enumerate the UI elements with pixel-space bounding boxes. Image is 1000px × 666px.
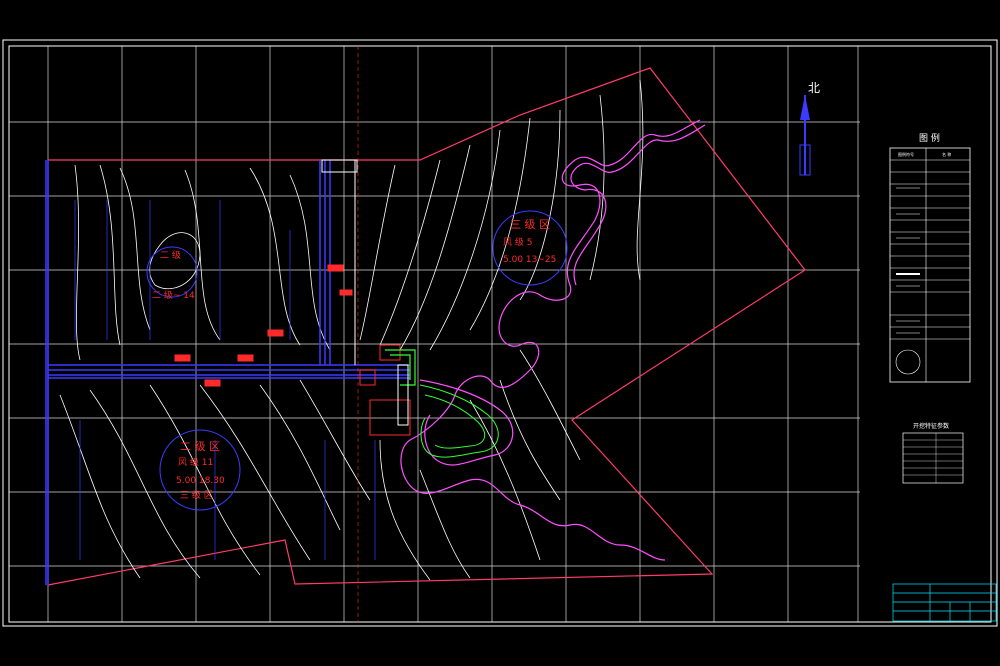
zone2a-line1: 二 级~ 14	[152, 289, 195, 301]
contour-lines	[59, 79, 644, 581]
north-label: 北	[808, 81, 820, 95]
site-boundary	[47, 67, 806, 586]
legend-title: 图 例	[919, 132, 940, 144]
zone3-line2: 5.00 13~25	[503, 255, 556, 265]
zone3-line1: 风 级 5	[503, 236, 532, 248]
zone2b-line1: 风 级 11	[178, 456, 213, 468]
zone2b-name: 二 级 区	[180, 440, 220, 453]
green-structure	[385, 349, 416, 386]
zone2b-line3: 三 级 区	[180, 489, 213, 501]
coordinate-grid	[9, 46, 860, 622]
legend-col1: 图例符号	[898, 151, 914, 157]
north-arrow: 北	[799, 81, 820, 176]
params-table: 开挖特征参数	[902, 422, 964, 484]
water-channel	[400, 119, 706, 561]
params-title: 开挖特征参数	[913, 422, 949, 430]
structure-markers	[174, 264, 411, 436]
cad-drawing: 三 级 区 风 级 5 5.00 13~25 二 级 二 级~ 14 二 级 区…	[2, 39, 998, 627]
zone3-name: 三 级 区	[510, 218, 550, 231]
legend-col2: 名 称	[942, 151, 951, 157]
green-area	[419, 384, 499, 458]
legend-box: 图 例 图例符号 名 称	[889, 132, 971, 383]
zone2b-line2: 5.00 18.30	[176, 476, 225, 486]
zone2a-name: 二 级	[160, 249, 181, 261]
title-block	[892, 583, 997, 622]
